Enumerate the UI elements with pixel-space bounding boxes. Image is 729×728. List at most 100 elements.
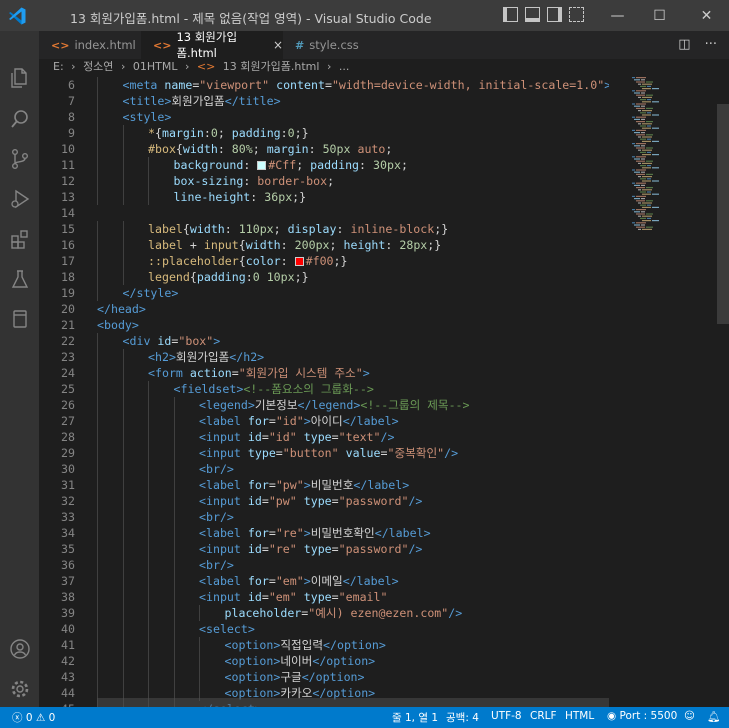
notifications-bell-icon[interactable]: 🔔︎ — [707, 710, 720, 723]
code-line[interactable]: 26 <legend>기본정보</legend><!--그룹의 제목--> — [39, 397, 609, 413]
settings-gear-icon[interactable] — [0, 671, 39, 707]
tab-index-html[interactable]: <> index.html — [39, 31, 139, 59]
indent-guide — [97, 157, 98, 173]
code-line[interactable]: 42 <option>네이버</option> — [39, 653, 609, 669]
minimap-line — [647, 112, 651, 114]
code-token: legend — [148, 270, 190, 284]
notebook-icon[interactable] — [0, 301, 39, 337]
language-mode[interactable]: HTML — [565, 710, 594, 722]
code-line[interactable]: 25 <fieldset><!--폼요소의 그룹화--> — [39, 381, 609, 397]
line-number: 27 — [61, 414, 75, 428]
code-line[interactable]: 24 <form action="회원가입 시스템 주소"> — [39, 365, 609, 381]
explorer-icon[interactable] — [0, 60, 39, 96]
vertical-scrollbar-thumb[interactable] — [717, 104, 729, 324]
code-line[interactable]: 38 <input id="em" type="email" — [39, 589, 609, 605]
cursor-position[interactable]: 줄 1, 열 1 — [392, 710, 438, 725]
minimap-line — [632, 103, 635, 105]
code-text: <br/> — [199, 509, 234, 525]
source-control-icon[interactable] — [0, 141, 39, 177]
breadcrumb-drive[interactable]: E: — [53, 60, 64, 73]
minimap-line — [632, 90, 635, 92]
code-line[interactable]: 9 *{margin:0; padding:0;} — [39, 125, 609, 141]
account-icon[interactable] — [0, 631, 39, 667]
minimap-line — [642, 228, 652, 230]
code-token: ; — [273, 222, 288, 236]
code-token: id — [247, 494, 262, 508]
code-line[interactable]: 30 <br/> — [39, 461, 609, 477]
code-line[interactable]: 40 <select> — [39, 621, 609, 637]
code-line[interactable]: 36 <br/> — [39, 557, 609, 573]
code-token: value — [345, 446, 381, 460]
code-line[interactable]: 43 <option>구글</option> — [39, 669, 609, 685]
code-line[interactable]: 22 <div id="box"> — [39, 333, 609, 349]
code-line[interactable]: 41 <option>직접입력</option> — [39, 637, 609, 653]
code-line[interactable]: 20 </head> — [39, 301, 609, 317]
code-line[interactable]: 11 background: #Cff; padding: 30px; — [39, 157, 609, 173]
code-line[interactable]: 32 <input id="pw" type="password"/> — [39, 493, 609, 509]
breadcrumb-file[interactable]: 13 회원가입폼.html — [223, 60, 320, 73]
search-icon[interactable] — [0, 101, 39, 137]
code-line[interactable]: 28 <input id="id" type="text"/> — [39, 429, 609, 445]
feedback-icon[interactable]: ☺ — [684, 710, 695, 722]
problems-indicator[interactable]: ⓧ 0 ⚠ 0 — [12, 710, 55, 725]
horizontal-scrollbar[interactable] — [97, 698, 609, 707]
minimap-line — [642, 162, 652, 164]
code-line[interactable]: 15 label{width: 110px; display: inline-bl… — [39, 221, 609, 237]
code-line[interactable]: 21 <body> — [39, 317, 609, 333]
extensions-icon[interactable] — [0, 221, 39, 257]
code-line[interactable]: 33 <br/> — [39, 509, 609, 525]
code-line[interactable]: 34 <label for="re">비밀번호확인</label> — [39, 525, 609, 541]
code-line[interactable]: 6 <meta name="viewport" content="width=de… — [39, 77, 609, 93]
toggle-secondary-sidebar-icon[interactable] — [547, 7, 562, 22]
code-line[interactable]: 8 <style> — [39, 109, 609, 125]
line-number: 31 — [61, 478, 75, 492]
split-editor-icon[interactable]: ◫ — [678, 37, 690, 52]
code-line[interactable]: 29 <input type="button" value="중복확인"/> — [39, 445, 609, 461]
minimize-button[interactable]: — — [595, 0, 640, 31]
code-line[interactable]: 10 #box{width: 80%; margin: 50px auto; — [39, 141, 609, 157]
breadcrumb-folder[interactable]: 정소연 — [83, 60, 113, 73]
code-token: "예시) ezen@ezen.com" — [308, 606, 449, 620]
maximize-button[interactable]: ☐ — [637, 0, 682, 31]
breadcrumb-symbol[interactable]: ... — [339, 60, 350, 73]
layout-controls — [503, 7, 584, 22]
code-line[interactable]: 35 <input id="re" type="password"/> — [39, 541, 609, 557]
code-line[interactable]: 16 label + input{width: 200px; height: 28… — [39, 237, 609, 253]
code-line[interactable]: 7 <title>회원가입폼</title> — [39, 93, 609, 109]
code-line[interactable]: 39 placeholder="예시) ezen@ezen.com"/> — [39, 605, 609, 621]
code-line[interactable]: 19 </style> — [39, 285, 609, 301]
code-line[interactable]: 12 box-sizing: border-box; — [39, 173, 609, 189]
line-number: 6 — [68, 78, 75, 92]
code-line[interactable]: 37 <label for="em">이메일</label> — [39, 573, 609, 589]
code-line[interactable]: 13 line-height: 36px;} — [39, 189, 609, 205]
indent-guide — [122, 605, 124, 621]
code-token: width — [182, 142, 218, 156]
toggle-panel-icon[interactable] — [525, 7, 540, 22]
code-line[interactable]: 14 — [39, 205, 609, 221]
more-actions-icon[interactable]: ··· — [705, 37, 717, 52]
code-line[interactable]: 18 legend{padding:0 10px;} — [39, 269, 609, 285]
code-line[interactable]: 31 <label for="pw">비밀번호</label> — [39, 477, 609, 493]
code-line[interactable]: 23 <h2>회원가입폼</h2> — [39, 349, 609, 365]
line-ending[interactable]: CRLF — [530, 710, 557, 722]
color-swatch[interactable] — [257, 161, 267, 170]
code-line[interactable]: 17::placeholder{color: #f00;} — [39, 253, 609, 269]
run-debug-icon[interactable] — [0, 181, 39, 217]
close-tab-icon[interactable]: × — [273, 38, 283, 52]
minimap[interactable] — [630, 77, 716, 257]
tab-signup-form-html[interactable]: <> 13 회원가입폼.html × — [141, 30, 283, 60]
indentation[interactable]: 공백: 4 — [446, 710, 479, 725]
customize-layout-icon[interactable] — [569, 7, 584, 22]
code-line[interactable]: 27 <label for="id">아이디</label> — [39, 413, 609, 429]
encoding[interactable]: UTF-8 — [491, 710, 522, 722]
color-swatch[interactable] — [294, 257, 304, 266]
breadcrumb-folder[interactable]: 01HTML — [133, 60, 178, 73]
live-server-port[interactable]: ◉ Port : 5500 — [607, 710, 677, 722]
toggle-sidebar-icon[interactable] — [503, 7, 518, 22]
code-editor[interactable]: 6 <meta name="viewport" content="width=de… — [39, 77, 609, 707]
testing-icon[interactable] — [0, 261, 39, 297]
line-number: 18 — [61, 270, 75, 284]
close-button[interactable]: ✕ — [684, 0, 729, 31]
code-text: label + input{width: 200px; height: 28px… — [148, 237, 441, 253]
tab-style-css[interactable]: # style.css — [283, 31, 373, 59]
